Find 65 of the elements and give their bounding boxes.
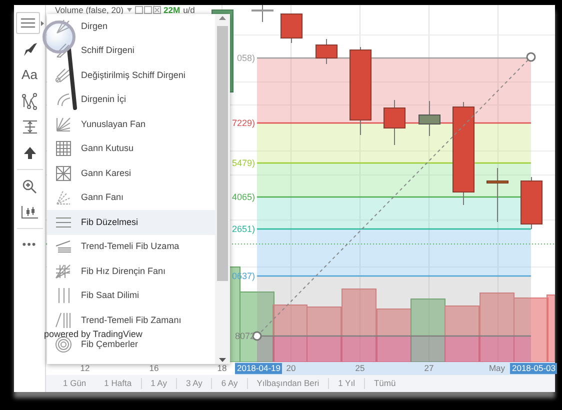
zoom-in-icon[interactable] <box>22 178 37 194</box>
grid-icon <box>55 140 72 158</box>
menu-item[interactable]: Değiştirilmiş Schiff Dirgeni <box>81 70 186 81</box>
fib-level-label: 058) <box>236 53 255 63</box>
anchor-handle[interactable] <box>526 52 536 62</box>
date-label: 2018-05-03 <box>510 363 558 374</box>
brush-icon[interactable] <box>22 41 38 57</box>
node-path-icon[interactable] <box>21 92 38 110</box>
indicator-title: Volume (false, 20) <box>55 4 124 17</box>
candles-icon[interactable] <box>20 205 38 219</box>
axis-label: 16 <box>149 363 159 374</box>
axis-label: 18 <box>217 363 227 374</box>
candlestick <box>418 100 440 136</box>
fan-icon <box>55 116 72 133</box>
menu-item[interactable]: Trend-Temeli Fib Uzama <box>81 241 180 252</box>
menu-item[interactable]: Yunuslayan Fan <box>81 118 146 130</box>
menu-item[interactable]: Gann Fanı <box>81 192 124 204</box>
scrollbar[interactable] <box>215 14 230 364</box>
measure-icon[interactable] <box>22 119 38 135</box>
candlestick <box>520 176 542 230</box>
grid-icon <box>55 164 72 182</box>
vertical-lines-icon <box>55 312 72 329</box>
axis-label: May <box>488 363 506 374</box>
menu-item[interactable]: Schiff Dirgeni <box>81 45 134 56</box>
date-label: 2018-04-19 <box>235 363 282 374</box>
menu-button[interactable] <box>16 12 40 34</box>
menu-item[interactable]: Gann Karesi <box>81 168 132 179</box>
fan-icon <box>55 262 72 280</box>
scroll-up-icon[interactable] <box>219 14 226 22</box>
menu-item[interactable]: Dirgen <box>81 20 108 32</box>
menu-item[interactable]: Gann Kutusu <box>81 143 134 154</box>
fib-level-label: 5479) <box>232 158 255 168</box>
fib-level-label: 2651) <box>232 224 255 234</box>
menu-item[interactable]: Fib Hız Dirençin Fanı <box>81 266 166 277</box>
axis-label: 20 <box>286 363 296 374</box>
lines-icon <box>55 238 72 256</box>
candlestick <box>384 100 406 146</box>
candlestick <box>280 14 302 44</box>
magnifier-icon <box>42 20 80 112</box>
menu-item[interactable]: Trend-Temeli Fib Zamanı <box>81 314 182 326</box>
axis-label: 12 <box>80 363 90 374</box>
more-tools[interactable]: ••• <box>22 236 37 254</box>
attribution-text: powered by TradingView <box>44 329 142 339</box>
volume-value: 22M <box>164 4 180 17</box>
indicator-controls-icon[interactable] <box>134 6 161 14</box>
scroll-thumb[interactable] <box>217 26 228 281</box>
axis-label: 25 <box>355 363 365 374</box>
volume-unit: u/d <box>183 4 195 17</box>
fan-icon <box>55 189 72 206</box>
pitchfork-icon <box>55 66 72 84</box>
menu-item[interactable]: Dirgenin İçi <box>81 94 126 106</box>
fib-level-label: 4065) <box>232 192 255 202</box>
menu-item[interactable]: Fib Düzelmesi <box>81 216 138 228</box>
menu-item[interactable]: Fib Çemberler <box>81 339 138 350</box>
arrow-up-icon[interactable] <box>22 146 36 160</box>
fib-level-label: 7229) <box>232 118 255 128</box>
candlestick <box>252 5 274 22</box>
text-tool[interactable]: Aa <box>22 65 38 85</box>
menu-item[interactable]: Fib Saat Dilimi <box>81 290 140 302</box>
axis-label: 27 <box>424 363 434 374</box>
pitchfork-icon <box>55 91 72 108</box>
scroll-down-icon[interactable] <box>219 356 226 364</box>
menu-icon <box>20 18 34 28</box>
candlestick <box>316 38 338 64</box>
candlestick <box>486 168 508 222</box>
